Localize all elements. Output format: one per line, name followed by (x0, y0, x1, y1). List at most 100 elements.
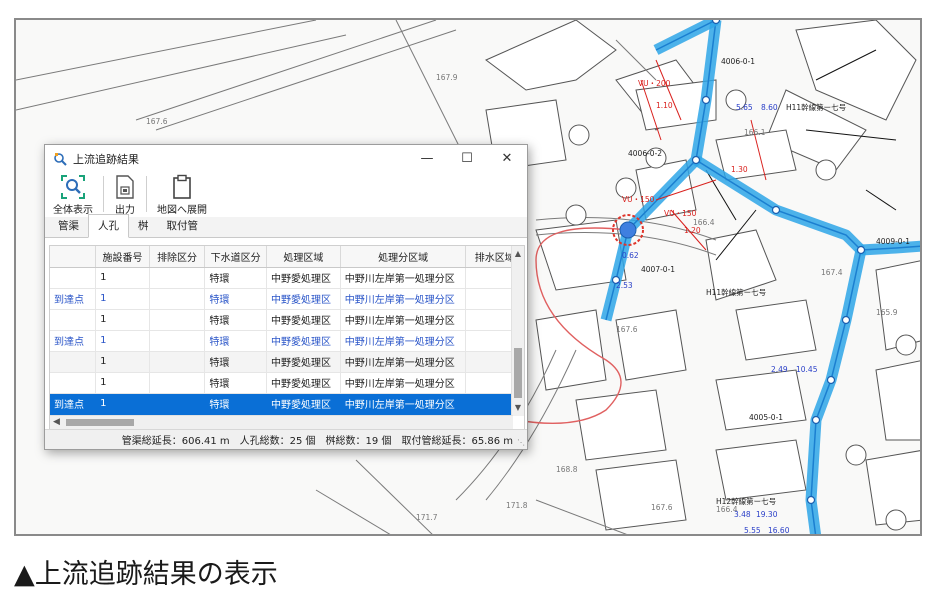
zoom-all-label: 全体表示 (53, 205, 93, 216)
column-header-facility-no[interactable]: 施設番号 (95, 246, 150, 268)
cell-treatment-subarea: 中野川左岸第一処理分区 (340, 351, 467, 373)
map-label: 2.49 (771, 365, 788, 374)
zoom-all-button[interactable]: 全体表示 (53, 174, 93, 216)
table-row[interactable]: 1 特環 中野愛処理区 中野川左岸第一処理分区 (50, 351, 524, 373)
zoom-extent-icon (60, 174, 86, 200)
map-label: 1.30 (731, 165, 748, 174)
column-header-exclusion[interactable]: 排除区分 (149, 246, 206, 268)
column-header-treatment-area[interactable]: 処理区域 (266, 246, 341, 268)
map-label: 0.62 (622, 251, 639, 260)
map-label: 5.65 (736, 103, 753, 112)
map-marker-circle (565, 204, 587, 226)
map-label: H11幹線第ー七号 (786, 102, 846, 112)
cell-treatment-area: 中野愛処理区 (266, 393, 341, 415)
map-label: 167.6 (146, 117, 168, 126)
map-pipe-highlight (805, 248, 867, 534)
close-button[interactable]: ✕ (487, 145, 527, 172)
cell-mark (50, 372, 97, 394)
cell-mark (50, 309, 97, 331)
results-grid[interactable]: 施設番号 排除区分 下水道区分 処理区域 処理分区域 排水区域 1 特環 中野愛… (49, 245, 525, 430)
cell-mark: 到達点 (50, 288, 97, 310)
cell-sewer-class: 特環 (204, 372, 268, 394)
map-pipe-highlight (693, 155, 865, 254)
resize-grip-icon[interactable]: ⋱ (517, 438, 525, 447)
map-label: 167.6 (651, 503, 673, 512)
cell-sewer-class: 特環 (204, 393, 268, 415)
table-body: 1 特環 中野愛処理区 中野川左岸第一処理分区 到達点 1 特環 中野愛処理区 … (50, 267, 524, 415)
scroll-down-icon[interactable]: ▼ (512, 402, 524, 414)
map-building (615, 309, 687, 381)
column-header-mark[interactable] (50, 246, 97, 268)
map-marker-circle (815, 159, 837, 181)
table-row[interactable]: 到達点 1 特環 中野愛処理区 中野川左岸第一処理分区 (50, 330, 524, 352)
map-manhole (771, 205, 781, 215)
cell-facility-no: 1 (95, 330, 150, 352)
minimize-button[interactable]: — (407, 145, 447, 172)
close-icon: ✕ (501, 151, 513, 166)
column-header-sewer-class[interactable]: 下水道区分 (204, 246, 268, 268)
clipboard-icon (171, 174, 193, 200)
map-road (135, 20, 437, 121)
results-table: 施設番号 排除区分 下水道区分 処理区域 処理分区域 排水区域 1 特環 中野愛… (50, 246, 524, 415)
tab-basins[interactable]: 桝 (129, 215, 158, 237)
map-label: 4005-0-1 (749, 413, 783, 422)
figure-caption: ▲上流追跡結果の表示 (14, 559, 278, 590)
column-header-treatment-subarea[interactable]: 処理分区域 (340, 246, 467, 268)
map-label: 166.1 (744, 128, 766, 137)
table-row[interactable]: 1 特環 中野愛処理区 中野川左岸第一処理分区 (50, 309, 524, 331)
map-label: 171.8 (506, 501, 528, 510)
map-road (355, 459, 433, 534)
cell-treatment-area: 中野愛処理区 (266, 351, 341, 373)
table-row[interactable]: 到達点 1 特環 中野愛処理区 中野川左岸第一処理分区 (50, 288, 524, 310)
cell-exclusion (149, 288, 206, 310)
map-label: 167.9 (436, 73, 458, 82)
status-summary: 管渠総延長：606.41 m 人孔総数：25 個 桝総数：19 個 取付管総延長… (121, 436, 513, 447)
map-label: 165.9 (876, 308, 898, 317)
tab-pipes[interactable]: 管渠 (49, 215, 88, 237)
title-bar[interactable]: 上流追跡結果 — ☐ ✕ (45, 145, 527, 172)
map-pipe (655, 20, 717, 51)
cell-exclusion (149, 267, 206, 289)
file-output-icon (114, 174, 136, 200)
cell-mark (50, 351, 97, 373)
maximize-icon: ☐ (461, 151, 473, 166)
map-label: 4009-0-1 (876, 237, 910, 246)
table-row[interactable]: 1 特環 中野愛処理区 中野川左岸第一処理分区 (50, 267, 524, 289)
output-button[interactable]: 出力 (114, 174, 136, 216)
table-row-selected[interactable]: 到達点 1 特環 中野愛処理区 中野川左岸第一処理分区 (50, 393, 524, 415)
toolbar-separator (103, 176, 104, 212)
tab-lateral-pipes[interactable]: 取付管 (158, 215, 208, 237)
map-label: VU・150 (664, 209, 697, 218)
maximize-button[interactable]: ☐ (447, 145, 487, 172)
status-bar: 管渠総延長：606.41 m 人孔総数：25 個 桝総数：19 個 取付管総延長… (45, 429, 527, 449)
cell-treatment-subarea: 中野川左岸第一処理分区 (340, 288, 467, 310)
selected-manhole-node (619, 221, 637, 239)
cell-treatment-subarea: 中野川左岸第一処理分区 (340, 267, 467, 289)
cell-sewer-class: 特環 (204, 351, 268, 373)
map-label: 167.4 (821, 268, 843, 277)
vertical-scroll-thumb[interactable] (514, 348, 522, 398)
cell-facility-no: 1 (95, 372, 150, 394)
tab-manholes[interactable]: 人孔 (88, 214, 129, 238)
scroll-left-icon[interactable]: ◀ (53, 416, 60, 429)
map-label: H11幹線第ー七号 (706, 287, 766, 297)
horizontal-scroll-thumb[interactable] (66, 419, 134, 426)
scroll-up-icon[interactable]: ▲ (512, 248, 524, 260)
vertical-scrollbar[interactable]: ▲ ▼ (511, 246, 524, 416)
map-manhole (811, 415, 821, 425)
map-leader (865, 189, 897, 211)
map-label: 4007-0-1 (641, 265, 675, 274)
map-marker-circle (568, 124, 590, 146)
map-road (315, 489, 391, 534)
cell-sewer-class: 特環 (204, 330, 268, 352)
cell-exclusion (149, 330, 206, 352)
map-road (16, 20, 317, 81)
map-label: 4006-0-2 (628, 149, 662, 158)
app-icon (53, 152, 67, 166)
table-row[interactable]: 1 特環 中野愛処理区 中野川左岸第一処理分区 (50, 372, 524, 394)
cell-treatment-area: 中野愛処理区 (266, 330, 341, 352)
horizontal-scrollbar[interactable]: ◀ (50, 415, 513, 429)
map-expand-button[interactable]: 地図へ展開 (157, 174, 207, 216)
map-marker-circle (895, 334, 917, 356)
map-marker-circle (845, 444, 867, 466)
